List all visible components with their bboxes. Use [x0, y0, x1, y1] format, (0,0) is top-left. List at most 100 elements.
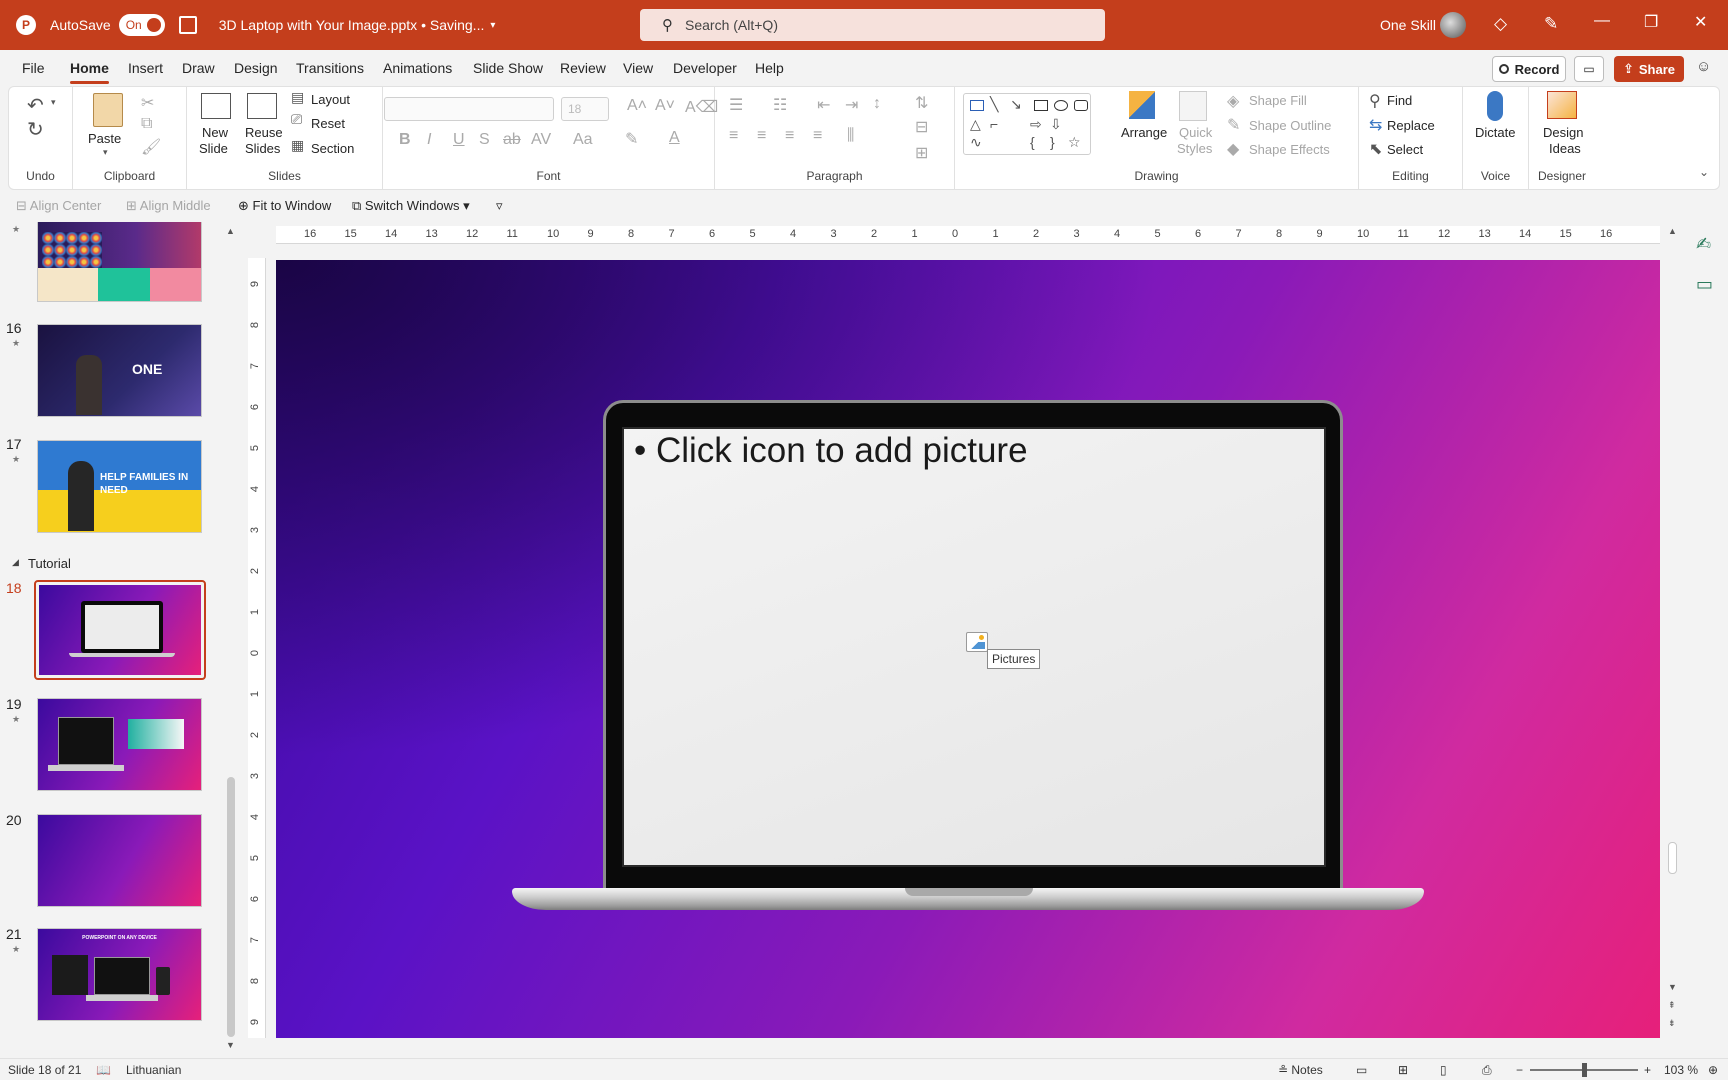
chevron-down-icon[interactable]: ▾	[103, 147, 108, 158]
format-painter-icon[interactable]: 🖌	[141, 137, 161, 157]
align-middle-button[interactable]: ⊞ Align Middle	[126, 198, 211, 214]
thumbnails-scrollbar[interactable]: ▲ ▼	[224, 222, 238, 1056]
autosave-toggle[interactable]: On	[118, 14, 165, 36]
share-button[interactable]: ⇪ Share	[1614, 56, 1684, 82]
normal-view-icon[interactable]: ▭	[1356, 1063, 1367, 1077]
slide-thumbnail-18[interactable]	[34, 580, 206, 680]
tab-view[interactable]: View	[623, 60, 653, 76]
arrange-icon[interactable]	[1129, 91, 1155, 119]
microphone-icon[interactable]	[1487, 91, 1503, 121]
tab-insert[interactable]: Insert	[128, 60, 163, 76]
reuse-slides-label-2[interactable]: Slides	[245, 141, 280, 156]
fit-slide-icon[interactable]: ⊕	[1708, 1063, 1718, 1077]
smartart-icon[interactable]: ⊞	[915, 143, 928, 163]
diamond-icon[interactable]: ◇	[1494, 14, 1507, 34]
customize-toolbar-icon[interactable]: ▿	[496, 198, 503, 214]
curve-shape-icon[interactable]: ∿	[970, 134, 982, 151]
collapse-section-icon[interactable]: ◢	[12, 557, 19, 568]
reuse-slides-label-1[interactable]: Reuse	[245, 125, 283, 140]
reading-view-icon[interactable]: ▯	[1440, 1063, 1447, 1077]
brace-close-shape-icon[interactable]: }	[1050, 134, 1055, 150]
scroll-up-icon[interactable]: ▲	[226, 226, 235, 236]
align-left-icon[interactable]: ≡	[729, 127, 738, 145]
tab-home[interactable]: Home	[70, 60, 109, 84]
align-center-button[interactable]: ⊟ Align Center	[16, 198, 101, 214]
design-ideas-label-1[interactable]: Design	[1543, 125, 1583, 140]
line-shape-icon[interactable]: ╲	[990, 96, 998, 113]
cut-icon[interactable]: ✂	[141, 93, 154, 113]
tab-draw[interactable]: Draw	[182, 60, 215, 76]
shape-effects-icon[interactable]: ◆	[1227, 139, 1239, 159]
tab-slide-show[interactable]: Slide Show	[473, 60, 543, 76]
paste-label[interactable]: Paste	[88, 131, 121, 146]
tab-file[interactable]: File	[22, 60, 45, 76]
save-icon[interactable]	[178, 16, 197, 34]
font-color-icon[interactable]: A	[669, 129, 680, 147]
reset-button[interactable]: Reset	[311, 116, 345, 131]
design-ideas-label-2[interactable]: Ideas	[1549, 141, 1581, 156]
paste-icon[interactable]	[93, 93, 123, 127]
tab-design[interactable]: Design	[234, 60, 278, 76]
tab-developer[interactable]: Developer	[673, 60, 737, 76]
next-slide-icon[interactable]: ⇟	[1668, 1018, 1676, 1029]
character-spacing-icon[interactable]: AV	[531, 131, 551, 149]
designer-pane-icon[interactable]: ✍	[1696, 234, 1711, 255]
columns-icon[interactable]: ⫼	[847, 127, 854, 145]
file-name[interactable]: 3D Laptop with Your Image.pptx • Saving.…	[219, 17, 485, 33]
quick-styles-label-2[interactable]: Styles	[1177, 141, 1212, 156]
slide-thumbnail-16[interactable]: ONE	[37, 324, 202, 417]
arrow-line-shape-icon[interactable]: ↘	[1010, 96, 1022, 113]
replace-button[interactable]: Replace	[1387, 118, 1435, 133]
zoom-out-icon[interactable]: −	[1516, 1063, 1523, 1077]
language-indicator[interactable]: Lithuanian	[126, 1063, 181, 1077]
increase-indent-icon[interactable]: ⇥	[845, 95, 858, 115]
zoom-slider-knob[interactable]	[1582, 1063, 1587, 1077]
tab-help[interactable]: Help	[755, 60, 784, 76]
slide-thumbnail-19[interactable]	[37, 698, 202, 791]
section-button[interactable]: Section	[311, 141, 354, 156]
shadow-icon[interactable]: S	[479, 131, 490, 149]
slide-sorter-icon[interactable]: ⊞	[1398, 1063, 1408, 1077]
new-slide-label-2[interactable]: Slide	[199, 141, 228, 156]
section-name[interactable]: Tutorial	[28, 556, 71, 571]
zoom-level[interactable]: 103 %	[1664, 1063, 1698, 1077]
notes-button[interactable]: ≗ Notes	[1278, 1063, 1323, 1077]
user-name[interactable]: One Skill	[1380, 17, 1436, 33]
slide-canvas[interactable]: • Click icon to add picture Pictures	[276, 260, 1660, 1038]
layout-button[interactable]: Layout	[311, 92, 350, 107]
bold-icon[interactable]: B	[399, 131, 411, 149]
new-slide-icon[interactable]	[201, 93, 231, 119]
reset-icon[interactable]: ⎚	[291, 111, 302, 128]
switch-windows-button[interactable]: ⧉ Switch Windows ▾	[352, 198, 470, 214]
redo-icon[interactable]: ↻	[27, 117, 44, 142]
new-slide-label-1[interactable]: New	[202, 125, 228, 140]
select-button[interactable]: Select	[1387, 142, 1423, 157]
collapse-ribbon-icon[interactable]: ⌄	[1699, 165, 1709, 179]
shape-fill-button[interactable]: Shape Fill	[1249, 93, 1307, 108]
scrollbar-thumb[interactable]	[1668, 842, 1677, 874]
minimize-button[interactable]: —	[1594, 12, 1610, 30]
dictate-button[interactable]: Dictate	[1475, 125, 1515, 140]
layout-icon[interactable]: ▤	[291, 89, 304, 106]
find-button[interactable]: Find	[1387, 93, 1412, 108]
shape-fill-icon[interactable]: ◈	[1227, 91, 1239, 111]
find-icon[interactable]: ⚲	[1369, 91, 1381, 111]
quick-styles-icon[interactable]	[1179, 91, 1207, 121]
align-center-icon[interactable]: ≡	[757, 127, 766, 145]
font-size-select[interactable]: 18	[561, 97, 609, 121]
quick-styles-label-1[interactable]: Quick	[1179, 125, 1212, 140]
numbering-icon[interactable]: ☷	[773, 95, 787, 115]
right-arrow-shape-icon[interactable]: ⇨	[1030, 116, 1042, 133]
slide-thumbnail-20[interactable]	[37, 814, 202, 907]
placeholder-text[interactable]: • Click icon to add picture	[634, 431, 1028, 471]
design-ideas-icon[interactable]	[1547, 91, 1577, 119]
tab-review[interactable]: Review	[560, 60, 606, 76]
triangle-shape-icon[interactable]: △	[970, 116, 981, 133]
text-direction-icon[interactable]: ⇅	[915, 93, 928, 113]
fit-to-window-button[interactable]: ⊕ Fit to Window	[238, 198, 331, 214]
arrange-button[interactable]: Arrange	[1121, 125, 1167, 140]
shape-effects-button[interactable]: Shape Effects	[1249, 142, 1330, 157]
zoom-in-icon[interactable]: +	[1644, 1063, 1651, 1077]
shape-outline-icon[interactable]: ✎	[1227, 115, 1240, 135]
replace-icon[interactable]: ⇆	[1369, 115, 1382, 135]
